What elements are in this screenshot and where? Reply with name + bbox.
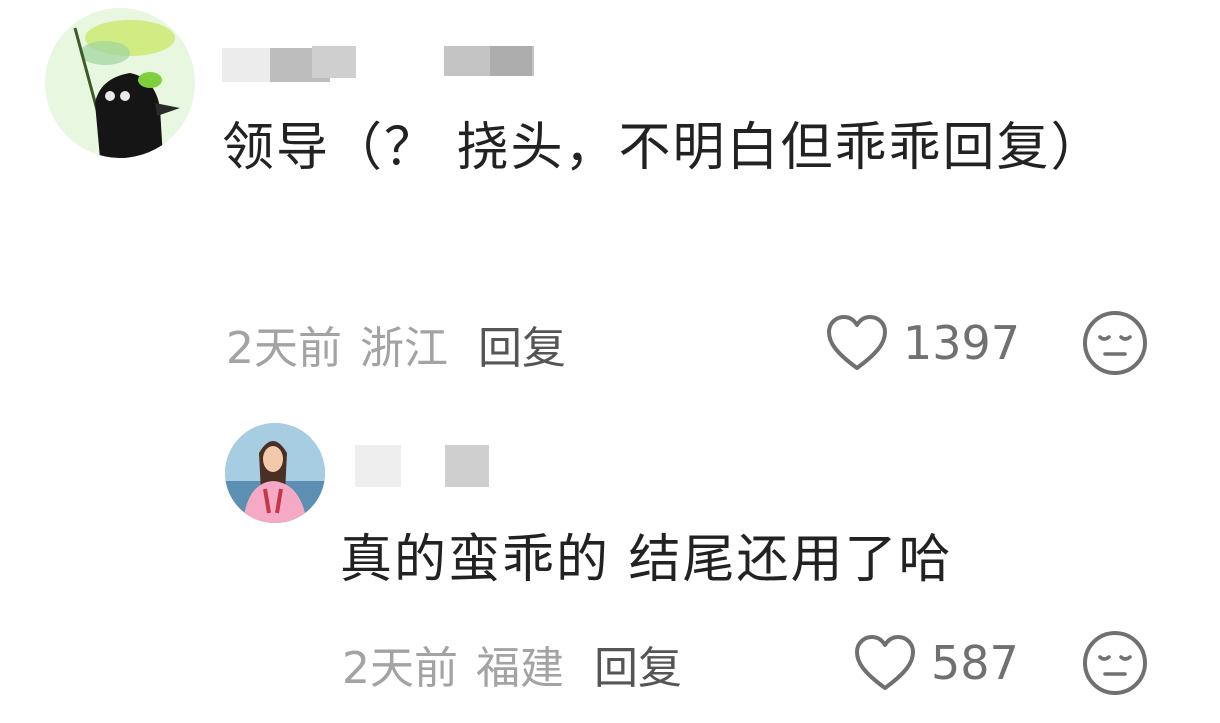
person-photo-avatar-icon [225,423,325,523]
comment-text: 领导（？ 挠头，不明白但乖乖回复） [222,118,1105,178]
heart-outline-icon [855,635,915,690]
comment-text: 真的蛮乖的 结尾还用了哈 [340,530,953,590]
like-button[interactable]: 1397 [825,314,1020,372]
neutral-face-icon [1083,631,1147,695]
comment-location: 福建 [476,643,564,694]
comment-meta: 2天前 浙江 回复 [226,312,566,376]
reply-button[interactable]: 回复 [594,643,682,694]
reaction-button[interactable] [1082,310,1148,380]
reaction-button[interactable] [1082,630,1148,700]
cartoon-character-avatar-icon [45,8,195,158]
neutral-face-icon [1083,311,1147,375]
comment-time: 2天前 [226,323,342,374]
user-avatar[interactable] [45,8,195,158]
comment-meta: 2天前 福建 回复 [342,632,682,696]
like-count: 587 [931,636,1019,690]
reply-button[interactable]: 回复 [478,323,566,374]
username-redacted[interactable] [222,44,542,84]
username-redacted[interactable] [345,440,525,490]
like-button[interactable]: 587 [853,634,1019,692]
heart-outline-icon [827,315,887,370]
comment-time: 2天前 [342,643,458,694]
comment-location: 浙江 [360,323,448,374]
user-avatar[interactable] [225,423,325,523]
like-count: 1397 [903,316,1021,370]
